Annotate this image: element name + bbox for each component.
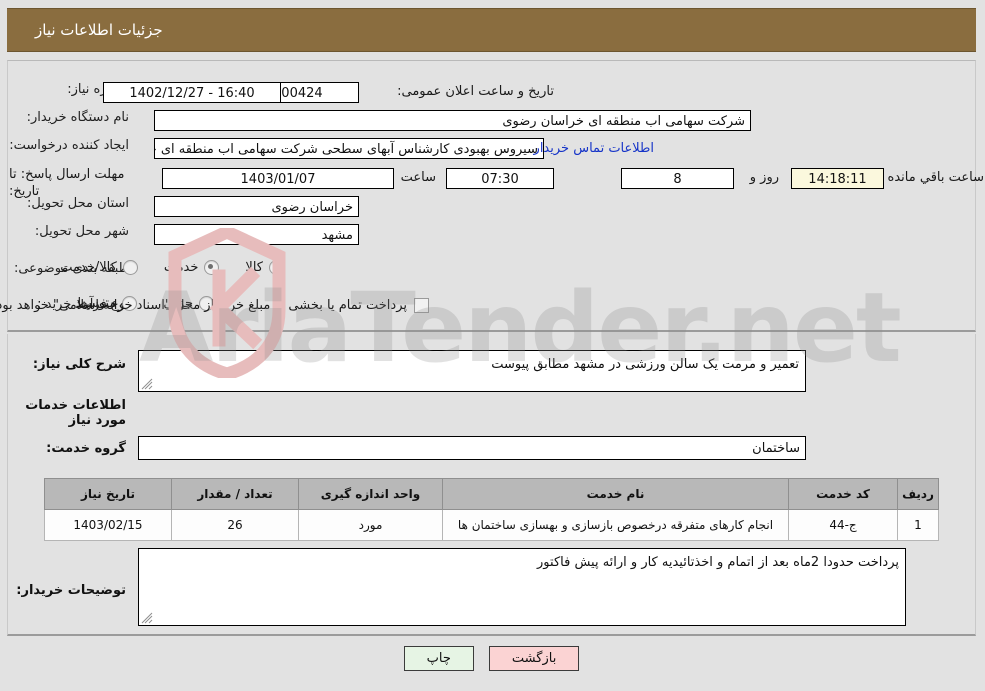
classification-option-goods[interactable]: کالا xyxy=(246,260,285,275)
print-button[interactable]: چاپ xyxy=(404,646,475,671)
announce-datetime-value: 1402/12/27 - 16:40 xyxy=(104,82,282,103)
requester-value: سیروس بهبودی کارشناس آبهای سطحی شرکت سها… xyxy=(155,138,545,159)
cell-unit: مورد xyxy=(299,509,444,541)
table-col-row-no: ردیف xyxy=(898,478,940,510)
page-title-bar: جزئیات اطلاعات نیاز xyxy=(8,8,977,52)
general-desc-textarea[interactable]: تعمیر و مرمت یک سالن ورزشی در مشهد مطابق… xyxy=(139,350,807,392)
table-col-need-date: تاریخ نیاز xyxy=(45,478,173,510)
treasury-bond-checkbox-label: پرداخت تمام یا بخشی از مبلغ خرید،از محل … xyxy=(0,298,408,313)
deadline-time-label: ساعت xyxy=(401,170,437,185)
buyer-notes-value: پرداخت حدودا 2ماه بعد از اتمام و اخذتائی… xyxy=(538,555,900,570)
treasury-bond-checkbox-row[interactable]: پرداخت تمام یا بخشی از مبلغ خرید،از محل … xyxy=(0,298,430,313)
service-group-label: گروه خدمت: xyxy=(47,441,127,456)
days-remaining-value: 8 xyxy=(622,168,735,189)
general-desc-value: تعمیر و مرمت یک سالن ورزشی در مشهد مطابق… xyxy=(492,357,800,372)
needs-table: ردیف کد خدمت نام خدمت واحد اندازه گیری ت… xyxy=(45,478,940,541)
back-button[interactable]: بازگشت xyxy=(489,646,581,671)
footer-button-bar: بازگشت چاپ xyxy=(0,646,985,671)
table-col-quantity: تعداد / مقدار xyxy=(172,478,300,510)
days-word-label: روز و xyxy=(750,170,780,185)
buyer-org-label: نام دستگاه خریدار: xyxy=(27,110,130,125)
buyer-notes-resize-grip-icon[interactable] xyxy=(142,612,154,624)
classification-options: کالا خدمت کالا/خدمت xyxy=(35,260,285,275)
remaining-suffix-label: ساعت باقي مانده xyxy=(888,170,985,185)
deadline-label: مهلت ارسال پاسخ: تا تاریخ: xyxy=(10,167,126,199)
requester-row: ایجاد کننده درخواست: xyxy=(2,138,130,153)
cell-row-no: 1 xyxy=(898,509,940,541)
cell-service-name: انجام کارهای متفرقه درخصوص بازسازی و بهس… xyxy=(443,509,790,541)
classification-option-goods-service-label: کالا/خدمت xyxy=(61,260,118,275)
province-row: استان محل تحویل: xyxy=(20,196,130,211)
page-title: جزئیات اطلاعات نیاز xyxy=(36,21,164,39)
buyer-org-row: نام دستگاه خریدار: xyxy=(20,110,130,125)
radio-goods-service-icon[interactable] xyxy=(123,260,139,275)
radio-goods-icon[interactable] xyxy=(270,260,285,275)
city-value: مشهد xyxy=(155,224,360,245)
buyer-org-value: شرکت سهامی اب منطقه ای خراسان رضوی xyxy=(155,110,752,131)
service-group-value[interactable]: ساختمان xyxy=(139,436,807,460)
deadline-time-value: 07:30 xyxy=(447,168,555,189)
cell-service-code: ج-44 xyxy=(789,509,899,541)
classification-option-goods-label: کالا xyxy=(246,260,264,275)
announce-datetime-label: تاریخ و ساعت اعلان عمومی: xyxy=(398,84,555,99)
treasury-bond-checkbox-icon[interactable] xyxy=(415,298,430,313)
deadline-date-value: 1403/01/07 xyxy=(163,168,395,189)
cell-need-date: 1403/02/15 xyxy=(45,509,173,541)
city-label: شهر محل تحویل: xyxy=(35,224,130,239)
services-section-title: اطلاعات خدمات مورد نیاز xyxy=(26,398,127,428)
resize-grip-icon[interactable] xyxy=(142,378,154,390)
general-desc-label: شرح کلی نیاز: xyxy=(33,357,127,372)
table-header-row: ردیف کد خدمت نام خدمت واحد اندازه گیری ت… xyxy=(45,478,940,510)
radio-service-icon[interactable] xyxy=(205,260,221,275)
clock-remaining-value: 14:18:11 xyxy=(792,168,885,189)
table-row: 1 ج-44 انجام کارهای متفرقه درخصوص بازساز… xyxy=(45,509,940,541)
table-col-unit: واحد اندازه گیری xyxy=(299,478,444,510)
province-label: استان محل تحویل: xyxy=(28,196,130,211)
province-value: خراسان رضوی xyxy=(155,196,360,217)
buyer-contact-link[interactable]: اطلاعات تماس خریدار xyxy=(535,141,655,156)
buyer-notes-textarea[interactable]: پرداخت حدودا 2ماه بعد از اتمام و اخذتائی… xyxy=(139,548,907,626)
buyer-notes-label: توضیحات خریدار: xyxy=(17,583,127,598)
cell-quantity: 26 xyxy=(172,509,300,541)
city-row: شهر محل تحویل: xyxy=(28,224,130,239)
classification-option-service[interactable]: خدمت xyxy=(165,260,221,275)
table-col-service-name: نام خدمت xyxy=(443,478,790,510)
requester-label: ایجاد کننده درخواست: xyxy=(10,138,130,153)
classification-option-goods-service[interactable]: کالا/خدمت xyxy=(61,260,139,275)
classification-option-service-label: خدمت xyxy=(164,260,200,275)
table-col-service-code: کد خدمت xyxy=(789,478,899,510)
